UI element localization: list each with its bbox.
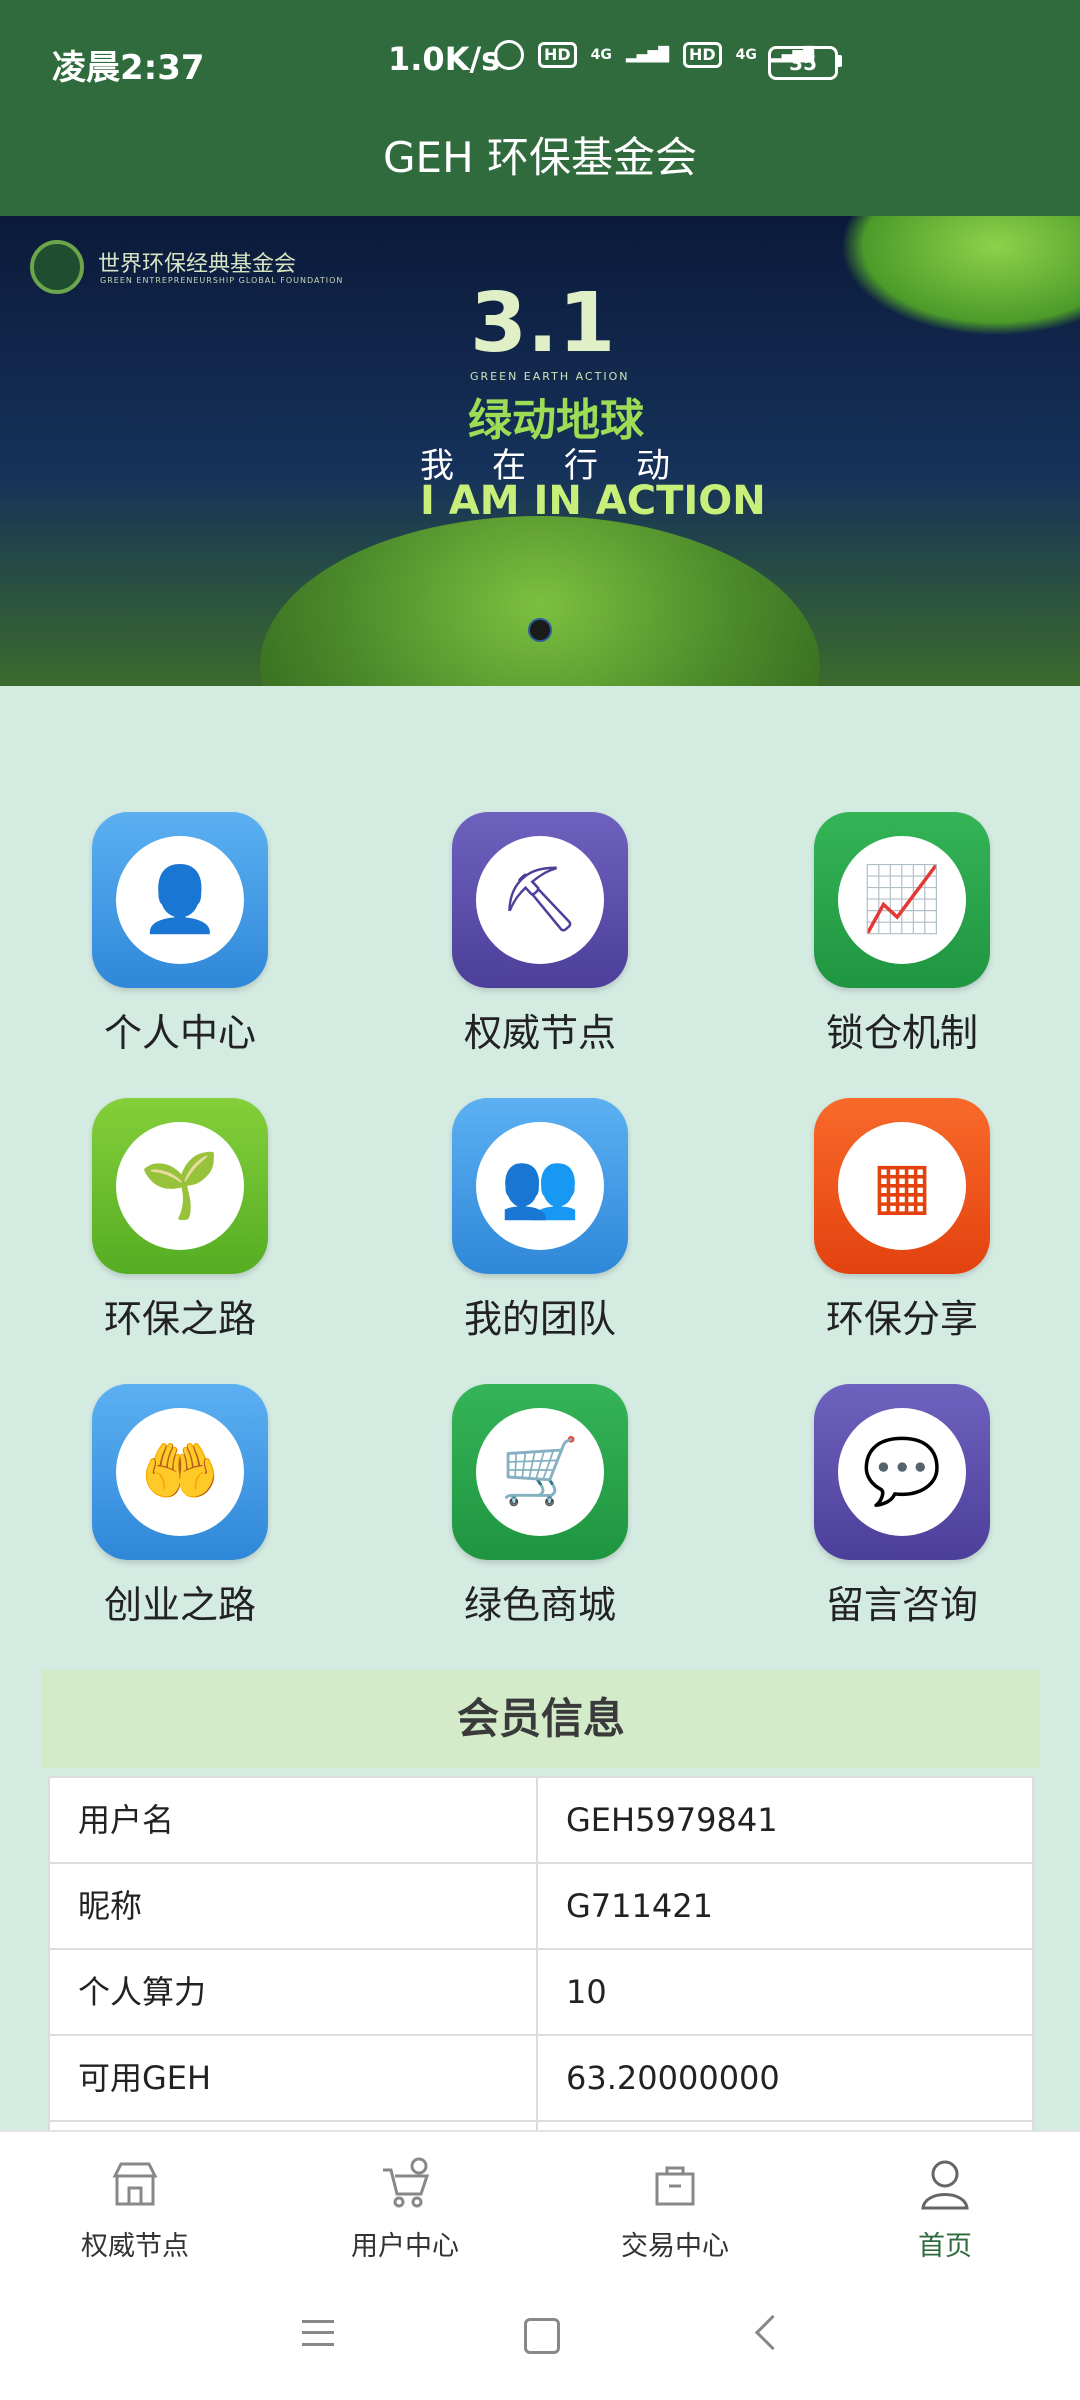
menu-label: 环保分享 xyxy=(825,1297,978,1341)
cart-icon xyxy=(383,2157,430,2208)
menu-label: 权威节点 xyxy=(463,1011,616,1055)
system-nav-bar xyxy=(0,2270,1080,2400)
row-value: 10 xyxy=(566,1973,607,2011)
menu-tile[interactable]: 👤 xyxy=(92,812,268,988)
row-key: 个人算力 xyxy=(50,1950,538,2034)
menu-eco-share[interactable]: ▦ 环保分享 xyxy=(772,1098,1032,1343)
page-title: GEH 环保基金会 xyxy=(382,133,698,182)
nav-label: 首页 xyxy=(918,2231,972,2262)
member-info-title: 会员信息 xyxy=(42,1670,1040,1768)
hd-badge: HD xyxy=(538,42,577,68)
menu-eco-road[interactable]: 🌱 环保之路 xyxy=(50,1098,310,1343)
user-icon: 👤 xyxy=(140,863,220,937)
menu-tile[interactable]: 👥 xyxy=(452,1098,628,1274)
hd-badge-2: HD xyxy=(682,42,722,68)
back-icon[interactable] xyxy=(754,2314,791,2351)
banner-org-name: 世界环保经典基金会 xyxy=(98,252,297,277)
row-key: 用户名 xyxy=(50,1778,538,1862)
hands-icon: 🤲 xyxy=(140,1435,220,1509)
nav-user-center[interactable]: 用户中心 xyxy=(270,2132,540,2272)
menu-tile[interactable]: 📈 xyxy=(814,812,990,988)
mining-pickaxe-icon: ⛏ xyxy=(499,863,581,937)
banner-tagline-en: I AM IN ACTION xyxy=(420,478,766,524)
carousel-dot[interactable] xyxy=(528,618,552,642)
menu-my-team[interactable]: 👥 我的团队 xyxy=(410,1098,670,1343)
banner-big-number: 3.1 xyxy=(470,276,616,371)
menu-label: 锁仓机制 xyxy=(825,1011,978,1055)
status-speed: 1.0K/s xyxy=(388,40,501,78)
table-row: 用户名 GEH5979841 xyxy=(50,1778,1032,1864)
app-bar: GEH 环保基金会 xyxy=(0,128,1080,216)
menu-authority-node[interactable]: ⛏ 权威节点 xyxy=(410,812,670,1057)
person-icon xyxy=(921,2160,969,2210)
globe-illustration xyxy=(260,516,820,686)
recent-apps-icon[interactable] xyxy=(302,2320,334,2346)
nav-label: 用户中心 xyxy=(351,2231,459,2262)
signal-icon: 4G xyxy=(590,47,612,63)
bag-icon xyxy=(655,2166,695,2206)
menu-personal-center[interactable]: 👤 个人中心 xyxy=(50,812,310,1057)
nav-home[interactable]: 首页 xyxy=(810,2132,1080,2272)
nav-label: 权威节点 xyxy=(81,2231,189,2262)
chart-up-icon: 📈 xyxy=(862,863,942,937)
menu-startup-road[interactable]: 🤲 创业之路 xyxy=(50,1384,310,1629)
status-bar: 凌晨2:37 1.0K/s HD 4G ▂▄▆█ HD 4G ▂▄▆█ 35 xyxy=(0,0,1080,128)
menu-label: 留言咨询 xyxy=(825,1583,978,1627)
status-time: 凌晨2:37 xyxy=(52,48,205,88)
battery-tip xyxy=(836,55,842,67)
menu-message-consult[interactable]: 💬 留言咨询 xyxy=(772,1384,1032,1629)
table-row: 可用GEH 63.20000000 xyxy=(50,2036,1032,2122)
banner-carousel[interactable]: 世界环保经典基金会 GREEN ENTREPRENEURSHIP GLOBAL … xyxy=(0,216,1080,686)
team-icon: 👥 xyxy=(500,1149,580,1223)
row-value: GEH5979841 xyxy=(566,1801,778,1839)
menu-tile[interactable]: 🛒 xyxy=(452,1384,628,1560)
signal-icon-2: 4G xyxy=(735,47,757,63)
store-icon xyxy=(112,2162,158,2206)
nav-label: 交易中心 xyxy=(621,2231,729,2262)
bottom-nav: 权威节点 用户中心 交易中心 首页 xyxy=(0,2130,1080,2272)
table-row: 个人算力 10 xyxy=(50,1950,1032,2036)
row-key: 昵称 xyxy=(50,1864,538,1948)
alarm-icon xyxy=(494,40,524,70)
carousel-indicator[interactable] xyxy=(528,618,552,642)
foundation-logo xyxy=(30,240,84,294)
menu-tile[interactable]: 🤲 xyxy=(92,1384,268,1560)
menu-tile[interactable]: ▦ xyxy=(814,1098,990,1274)
row-value: G711421 xyxy=(566,1887,713,1925)
menu-label: 我的团队 xyxy=(463,1297,616,1341)
home-icon[interactable] xyxy=(524,2318,560,2354)
qrcode-icon: ▦ xyxy=(871,1149,933,1223)
leaves-decoration xyxy=(840,216,1080,336)
nav-trade-center[interactable]: 交易中心 xyxy=(540,2132,810,2272)
banner-subtitle: GREEN EARTH ACTION xyxy=(470,370,630,383)
menu-green-mall[interactable]: 🛒 绿色商城 xyxy=(410,1384,670,1629)
shopping-cart-icon: 🛒 xyxy=(500,1435,580,1509)
menu-lock-mechanism[interactable]: 📈 锁仓机制 xyxy=(772,812,1032,1057)
member-info-panel: 会员信息 用户名 GEH5979841 昵称 G711421 个人算力 10 可… xyxy=(42,1670,1040,2210)
menu-tile[interactable]: ⛏ xyxy=(452,812,628,988)
banner-org-en: GREEN ENTREPRENEURSHIP GLOBAL FOUNDATION xyxy=(100,276,344,285)
nav-authority-node[interactable]: 权威节点 xyxy=(0,2132,270,2272)
menu-label: 创业之路 xyxy=(103,1583,256,1627)
menu-label: 个人中心 xyxy=(103,1011,256,1055)
menu-tile[interactable]: 💬 xyxy=(814,1384,990,1560)
signal-bars-icon: ▂▄▆█ xyxy=(625,47,669,63)
menu-tile[interactable]: 🌱 xyxy=(92,1098,268,1274)
status-icons: HD 4G ▂▄▆█ HD 4G ▂▄▆█ xyxy=(494,40,814,70)
table-row: 昵称 G711421 xyxy=(50,1864,1032,1950)
row-value: 63.20000000 xyxy=(566,2059,780,2097)
menu-label: 环保之路 xyxy=(103,1297,256,1341)
chat-bubble-icon: 💬 xyxy=(862,1435,942,1509)
row-key: 可用GEH xyxy=(50,2036,538,2120)
sprout-icon: 🌱 xyxy=(140,1149,220,1223)
battery-icon: 35 xyxy=(768,46,838,80)
menu-label: 绿色商城 xyxy=(463,1583,616,1627)
